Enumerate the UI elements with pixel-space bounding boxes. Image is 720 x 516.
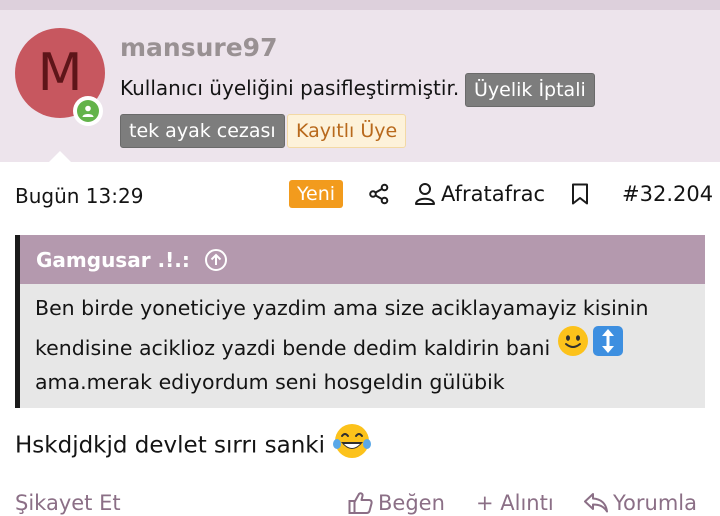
reply-button[interactable]: Yorumla <box>583 491 697 515</box>
up-down-arrow-emoji <box>592 325 624 369</box>
person-online-icon <box>77 100 99 122</box>
like-button[interactable]: Beğen <box>348 491 445 515</box>
reply-button-label: Yorumla <box>613 491 697 515</box>
badge-membership-cancelled: Üyelik İptali <box>465 73 595 107</box>
post-message-text: Hskdjdkjd devlet sırrı sanki <box>15 432 325 459</box>
quote-line: Ben birde yoneticiye yazdim ama size aci… <box>35 296 649 320</box>
top-strip <box>0 0 720 10</box>
online-status <box>73 96 103 126</box>
quote-line-text: kendisine aciklioz yazdi bende dedim kal… <box>35 336 551 360</box>
user-icon <box>413 181 437 207</box>
badge-penalty: tek ayak cezası <box>120 114 285 148</box>
quote-block: Gamgusar .!.: Ben birde yoneticiye yazdi… <box>15 235 705 408</box>
new-badge: Yeni <box>289 180 343 208</box>
thumbs-up-icon <box>348 492 373 514</box>
like-button-label: Beğen <box>378 491 445 515</box>
post-time[interactable]: Bugün 13:29 <box>15 184 143 208</box>
quote-header: Gamgusar .!.: <box>20 235 705 284</box>
reply-arrow-icon <box>584 493 608 513</box>
quote-author[interactable]: Gamgusar .!.: <box>36 248 190 272</box>
report-link[interactable]: Şikayet Et <box>15 491 121 515</box>
user-block-pointer <box>48 151 72 163</box>
slightly-smiling-face-emoji <box>557 325 589 369</box>
arrow-up-circle-icon[interactable] <box>204 248 228 272</box>
quote-line: ama.merak ediyordum seni hosgeldin gülüb… <box>35 370 505 394</box>
post-meta-bar: Bugün 13:29 <box>0 163 720 223</box>
username[interactable]: mansure97 <box>120 33 277 62</box>
share-icon[interactable] <box>367 182 391 206</box>
bookmark-icon[interactable] <box>569 182 591 206</box>
post-message: Hskdjdkjd devlet sırrı sanki <box>15 424 372 468</box>
quote-button-label: + Alıntı <box>476 491 554 515</box>
post-number-link[interactable]: #32.204 <box>622 182 713 206</box>
avatar-letter: M <box>37 43 83 103</box>
badge-registered-member: Kayıtlı Üye <box>287 114 407 148</box>
user-status-text: Kullanıcı üyeliğini pasifleştirmiştir. <box>120 76 460 100</box>
post-author[interactable]: Afratafrac <box>441 182 545 206</box>
tears-of-joy-emoji <box>332 422 372 466</box>
quote-button[interactable]: + Alıntı <box>476 491 554 515</box>
